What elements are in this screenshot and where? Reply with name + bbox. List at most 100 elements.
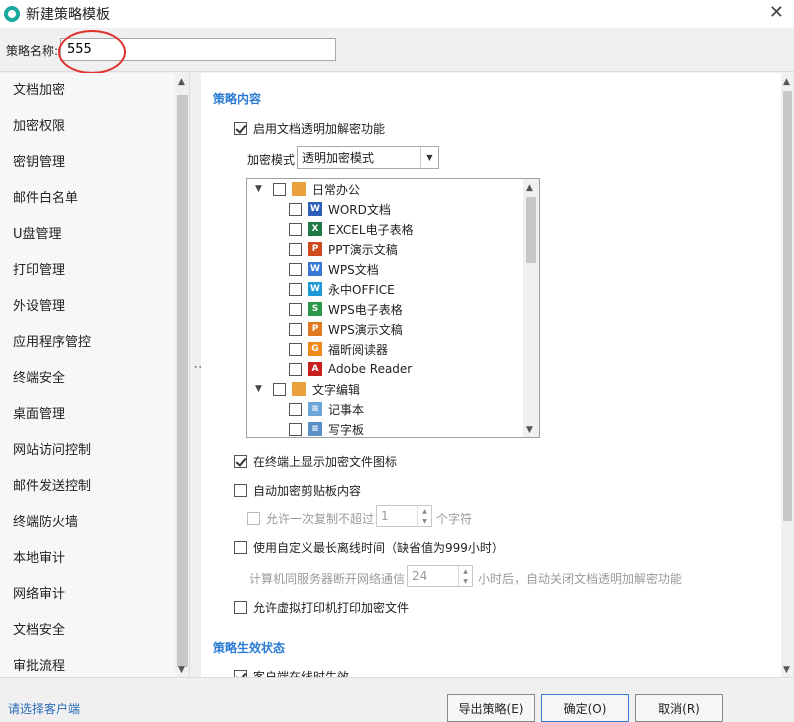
client-online-checkbox[interactable] <box>234 670 247 677</box>
tree-item-label: PPT演示文稿 <box>328 242 398 257</box>
sidebar-item[interactable]: 审批流程 <box>0 649 174 677</box>
sidebar-item[interactable]: 桌面管理 <box>0 397 174 433</box>
section-title-content: 策略内容 <box>213 92 262 106</box>
tree-item-checkbox[interactable] <box>289 222 302 236</box>
tree-item-checkbox[interactable] <box>289 322 302 336</box>
sidebar-item[interactable]: 文档加密 <box>0 73 174 109</box>
sidebar-item[interactable]: 应用程序管控 <box>0 325 174 361</box>
content-scroll-up-icon[interactable]: ▲ <box>783 77 790 87</box>
sidebar-scroll-thumb[interactable] <box>177 95 188 667</box>
tree-item-row[interactable]: S WPS电子表格 <box>289 299 403 319</box>
tree-item-row[interactable]: W WPS文档 <box>289 259 379 279</box>
enable-transparent-row[interactable]: 启用文档透明加解密功能 <box>234 120 385 137</box>
sidebar-item[interactable]: 外设管理 <box>0 289 174 325</box>
tree-item-row[interactable]: W WORD文档 <box>289 199 391 219</box>
chevron-down-icon[interactable]: ▼ <box>420 147 438 168</box>
dialog-footer: 请选择客户端 导出策略(E) 确定(O) 取消(R) <box>0 677 794 722</box>
tree-item-checkbox[interactable] <box>289 262 302 276</box>
cancel-button[interactable]: 取消(R) <box>635 694 723 722</box>
tree-item-row[interactable]: P WPS演示文稿 <box>289 319 403 339</box>
copy-limit-row: 允许一次复制不超过 <box>247 510 374 527</box>
tree-scrollbar[interactable]: ▲ ▼ <box>523 179 539 437</box>
tree-item-row[interactable]: P PPT演示文稿 <box>289 239 398 259</box>
wps-writer-icon: W <box>308 262 322 276</box>
tree-item-checkbox[interactable] <box>289 362 302 376</box>
app-logo-icon <box>4 6 20 22</box>
sidebar-item[interactable]: 网络审计 <box>0 577 174 613</box>
ok-button[interactable]: 确定(O) <box>541 694 629 722</box>
policy-name-input[interactable] <box>60 38 336 61</box>
tree-scroll-down-icon[interactable]: ▼ <box>526 425 533 435</box>
sidebar-item[interactable]: 网站访问控制 <box>0 433 174 469</box>
tree-item-label: 福昕阅读器 <box>328 342 389 357</box>
offline-stepper-arrows-icon[interactable]: ▲ ▼ <box>458 566 472 586</box>
tree-group-row[interactable]: ▼ 文字编辑 <box>255 379 360 399</box>
tree-item-checkbox[interactable] <box>289 342 302 356</box>
tree-group-label: 日常办公 <box>312 182 361 197</box>
copy-limit-unit: 个字符 <box>436 512 473 526</box>
tree-scroll-up-icon[interactable]: ▲ <box>526 183 533 193</box>
select-client-link[interactable]: 请选择客户端 <box>8 700 80 717</box>
auto-clipboard-checkbox[interactable] <box>234 484 247 497</box>
encrypt-mode-select[interactable]: 透明加密模式 ▼ <box>297 146 439 169</box>
custom-offline-row[interactable]: 使用自定义最长离线时间（缺省值为999小时） <box>234 539 504 556</box>
tree-item-checkbox[interactable] <box>289 402 302 416</box>
sidebar-item[interactable]: 加密权限 <box>0 109 174 145</box>
show-icon-label: 在终端上显示加密文件图标 <box>253 455 398 469</box>
auto-clipboard-row[interactable]: 自动加密剪贴板内容 <box>234 482 361 499</box>
sidebar-item[interactable]: 打印管理 <box>0 253 174 289</box>
sidebar-item[interactable]: 文档安全 <box>0 613 174 649</box>
export-policy-button[interactable]: 导出策略(E) <box>447 694 535 722</box>
close-icon[interactable]: ✕ <box>769 2 784 23</box>
tree-item-row[interactable]: G 福昕阅读器 <box>289 339 388 359</box>
yozo-icon: W <box>308 282 322 296</box>
sidebar-scrollbar[interactable]: ▲ ▼ <box>175 73 189 677</box>
copy-limit-checkbox[interactable] <box>247 512 260 525</box>
tree-item-checkbox[interactable] <box>289 302 302 316</box>
sidebar-item[interactable]: 终端防火墙 <box>0 505 174 541</box>
show-icon-checkbox[interactable] <box>234 455 247 468</box>
tree-item-row[interactable]: ≡ 写字板 <box>289 419 364 437</box>
tree-item-checkbox[interactable] <box>289 422 302 436</box>
offline-hours-stepper[interactable]: 24 ▲ ▼ <box>407 565 473 587</box>
tree-item-row[interactable]: X EXCEL电子表格 <box>289 219 414 239</box>
tree-item-checkbox[interactable] <box>289 242 302 256</box>
folder-icon <box>292 182 306 196</box>
tree-scroll-thumb[interactable] <box>526 197 536 263</box>
chevron-down-icon[interactable]: ▼ <box>255 384 267 394</box>
custom-offline-label: 使用自定义最长离线时间（缺省值为999小时） <box>253 541 504 555</box>
offline-detail-suffix: 小时后，自动关闭文档透明加解密功能 <box>478 572 683 586</box>
tree-item-label: Adobe Reader <box>328 362 413 376</box>
sidebar-item[interactable]: 邮件发送控制 <box>0 469 174 505</box>
tree-item-checkbox[interactable] <box>289 202 302 216</box>
content-scroll-thumb[interactable] <box>783 91 792 521</box>
client-online-row[interactable]: 客户端在线时生效 <box>234 668 349 677</box>
virtual-printer-row[interactable]: 允许虚拟打印机打印加密文件 <box>234 599 409 616</box>
sidebar-item[interactable]: U盘管理 <box>0 217 174 253</box>
tree-item-label: WPS文档 <box>328 262 379 277</box>
chevron-down-icon[interactable]: ▼ <box>255 184 267 194</box>
encrypt-mode-label: 加密模式 <box>247 153 296 167</box>
tree-item-checkbox[interactable] <box>289 282 302 296</box>
tree-group-checkbox[interactable] <box>273 182 286 196</box>
tree-item-row[interactable]: A Adobe Reader <box>289 359 412 379</box>
virtual-printer-checkbox[interactable] <box>234 601 247 614</box>
custom-offline-checkbox[interactable] <box>234 541 247 554</box>
tree-group-row[interactable]: ▼ 日常办公 <box>255 179 360 199</box>
scroll-down-icon[interactable]: ▼ <box>178 665 185 675</box>
tree-item-row[interactable]: ≡ 记事本 <box>289 399 364 419</box>
content-scrollbar[interactable]: ▲ ▼ <box>781 73 794 677</box>
scroll-up-icon[interactable]: ▲ <box>178 77 185 87</box>
sidebar-item[interactable]: 邮件白名单 <box>0 181 174 217</box>
enable-transparent-checkbox[interactable] <box>234 122 247 135</box>
stepper-arrows-icon[interactable]: ▲ ▼ <box>417 506 431 526</box>
app-tree[interactable]: ▼ 日常办公 W WORD文档 X EXCEL电子表格 P PPT演示文稿 W WPS文档 W 永中O… <box>246 178 540 438</box>
tree-group-checkbox[interactable] <box>273 382 286 396</box>
sidebar-item[interactable]: 终端安全 <box>0 361 174 397</box>
content-scroll-down-icon[interactable]: ▼ <box>783 665 790 675</box>
tree-item-row[interactable]: W 永中OFFICE <box>289 279 395 299</box>
show-icon-row[interactable]: 在终端上显示加密文件图标 <box>234 453 397 470</box>
sidebar-item[interactable]: 密钥管理 <box>0 145 174 181</box>
sidebar-item[interactable]: 本地审计 <box>0 541 174 577</box>
copy-limit-stepper[interactable]: 1 ▲ ▼ <box>376 505 432 527</box>
